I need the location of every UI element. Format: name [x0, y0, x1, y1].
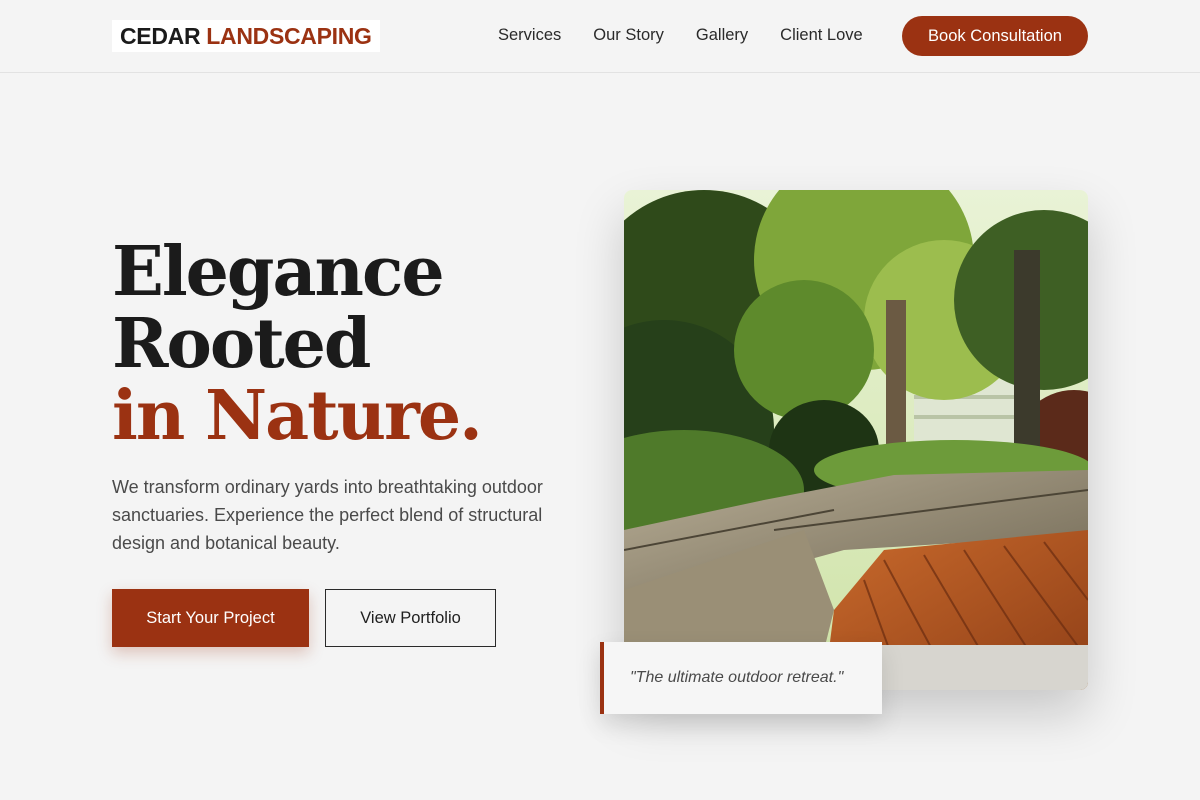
book-consultation-button[interactable]: Book Consultation [902, 16, 1088, 56]
logo-main: CEDAR [120, 22, 201, 49]
site-header: CEDAR LANDSCAPING Services Our Story Gal… [0, 0, 1200, 73]
hero-title-line-1: Elegance [112, 232, 445, 312]
hero-title-line-3: in Nature. [112, 376, 483, 456]
hero-title-line-2: Rooted [112, 304, 371, 384]
logo[interactable]: CEDAR LANDSCAPING [112, 20, 380, 52]
main-nav: Services Our Story Gallery Client Love [498, 24, 895, 46]
testimonial-quote-card: "The ultimate outdoor retreat." [600, 642, 882, 714]
hero-garden-image [624, 190, 1088, 690]
nav-gallery[interactable]: Gallery [696, 24, 748, 46]
hero-title: Elegance Rooted in Nature. [112, 232, 483, 456]
nav-services[interactable]: Services [498, 24, 561, 46]
start-project-button[interactable]: Start Your Project [112, 589, 309, 647]
logo-accent: LANDSCAPING [206, 22, 372, 49]
nav-our-story[interactable]: Our Story [593, 24, 664, 46]
view-portfolio-button[interactable]: View Portfolio [325, 589, 496, 647]
nav-client-love[interactable]: Client Love [780, 24, 863, 46]
hero-description: We transform ordinary yards into breatht… [112, 477, 543, 553]
